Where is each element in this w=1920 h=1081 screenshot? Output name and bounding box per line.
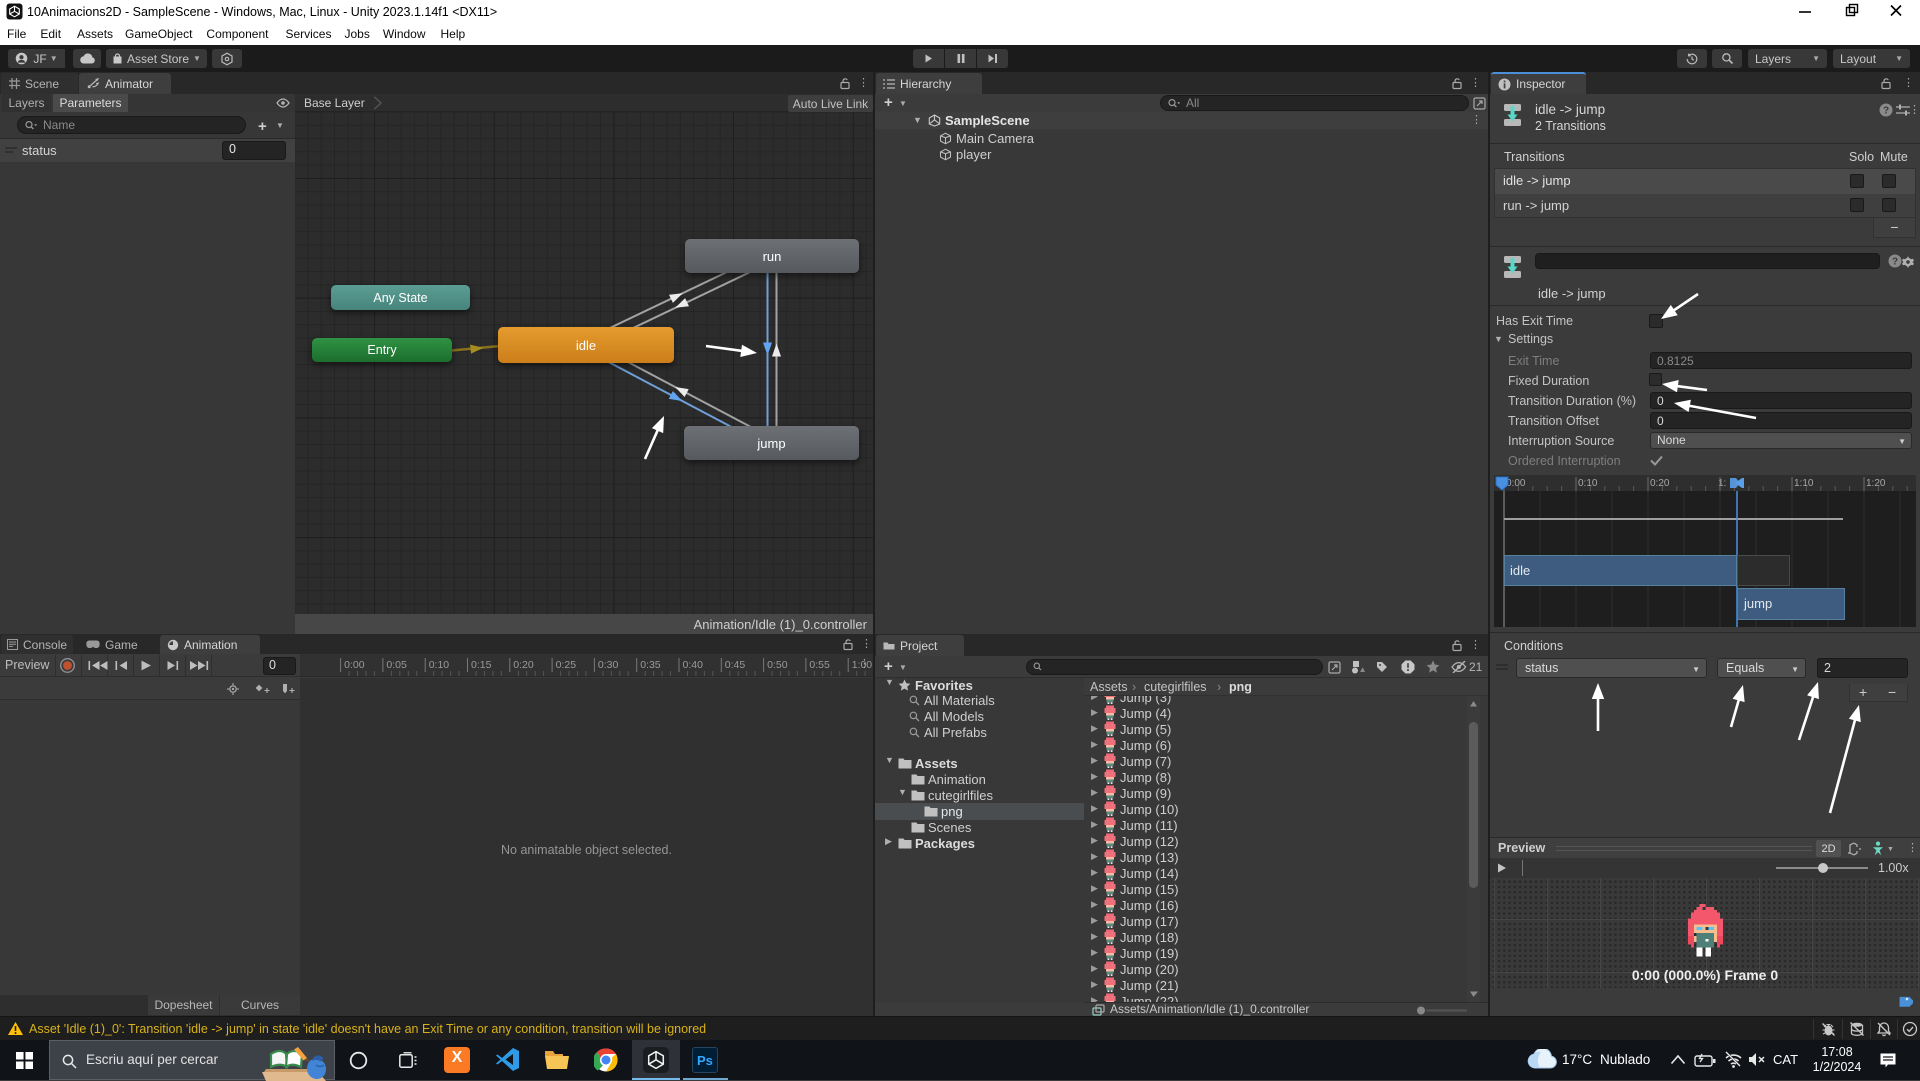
svg-text:0:20: 0:20 [1650, 478, 1670, 489]
svg-text:0:10: 0:10 [429, 659, 450, 671]
svg-text:0:55: 0:55 [809, 659, 830, 671]
svg-text:0:30: 0:30 [598, 659, 619, 671]
svg-text:0:15: 0:15 [471, 659, 492, 671]
svg-text:0:25: 0:25 [556, 659, 577, 671]
svg-text:1:10: 1:10 [1794, 478, 1814, 489]
svg-text:0:50: 0:50 [767, 659, 788, 671]
svg-text:0:40: 0:40 [683, 659, 704, 671]
svg-text:0:00: 0:00 [344, 659, 365, 671]
svg-text:0:10: 0:10 [1578, 478, 1598, 489]
svg-text:0:35: 0:35 [640, 659, 661, 671]
svg-text:?: ? [1892, 257, 1898, 268]
svg-text:0:00: 0:00 [1506, 478, 1526, 489]
svg-text:0:05: 0:05 [386, 659, 407, 671]
svg-text:0:45: 0:45 [725, 659, 746, 671]
svg-text:1:: 1: [1718, 478, 1726, 489]
svg-text:1:20: 1:20 [1866, 478, 1886, 489]
svg-text:0:20: 0:20 [513, 659, 534, 671]
svg-text:?: ? [1883, 106, 1889, 117]
